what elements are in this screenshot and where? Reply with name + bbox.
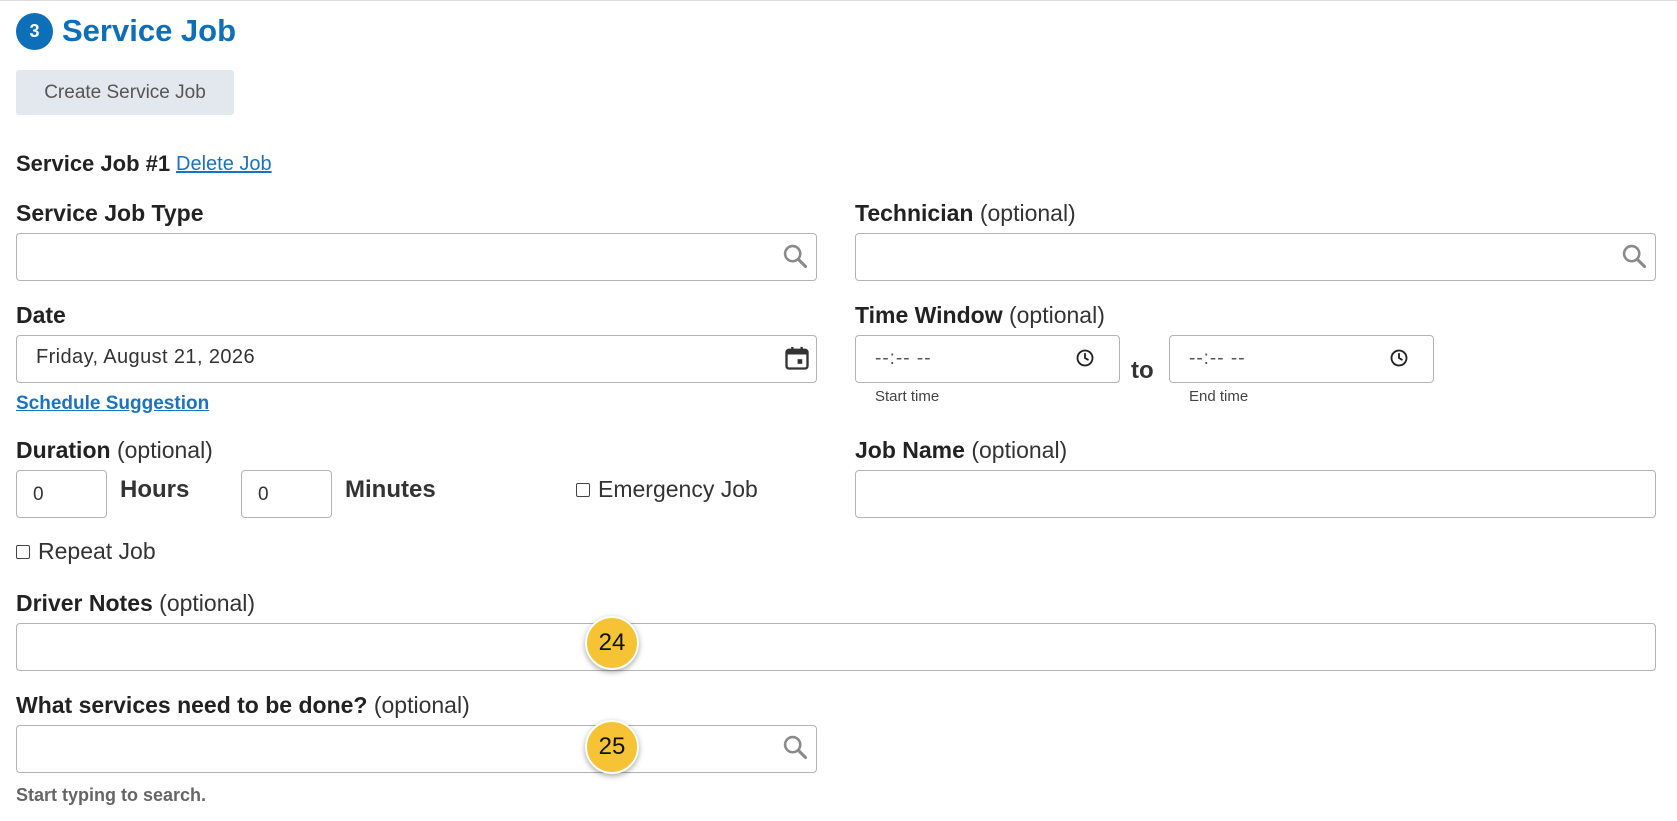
technician-label: Technician (optional) xyxy=(855,198,1076,228)
time-window-label-text: Time Window xyxy=(855,302,1003,328)
service-job-type-label-text: Service Job Type xyxy=(16,200,204,226)
end-time-value: --:-- -- xyxy=(1189,348,1246,369)
start-time-caption: Start time xyxy=(875,388,940,405)
job-name-label: Job Name (optional) xyxy=(855,435,1067,465)
search-icon[interactable] xyxy=(781,733,809,761)
job-name-optional-text: (optional) xyxy=(971,437,1068,463)
job-name-label-text: Job Name xyxy=(855,437,965,463)
repeat-job-checkbox[interactable] xyxy=(16,545,30,559)
minutes-input[interactable] xyxy=(241,470,332,518)
date-label: Date xyxy=(16,300,66,330)
repeat-job-label[interactable]: Repeat Job xyxy=(38,538,156,565)
minutes-value: 0 xyxy=(258,484,269,505)
top-divider xyxy=(0,0,1677,1)
services-hint: Start typing to search. xyxy=(16,785,207,805)
technician-input[interactable] xyxy=(855,233,1656,281)
annotation-badge-24: 24 xyxy=(585,616,639,670)
hours-input[interactable] xyxy=(16,470,107,518)
search-icon[interactable] xyxy=(781,242,809,270)
service-job-type-input[interactable] xyxy=(16,233,817,281)
create-service-job-button[interactable]: Create Service Job xyxy=(16,70,234,115)
driver-notes-label: Driver Notes (optional) xyxy=(16,588,255,618)
driver-notes-input[interactable] xyxy=(16,623,1656,671)
schedule-suggestion-link[interactable]: Schedule Suggestion xyxy=(16,393,209,415)
technician-optional-text: (optional) xyxy=(979,200,1076,226)
technician-label-text: Technician xyxy=(855,200,974,226)
minutes-label: Minutes xyxy=(345,476,436,503)
driver-notes-optional-text: (optional) xyxy=(159,590,256,616)
start-time-value: --:-- -- xyxy=(875,348,932,369)
annotation-badge-25: 25 xyxy=(585,720,639,774)
calendar-icon[interactable] xyxy=(783,344,811,372)
hours-value: 0 xyxy=(33,484,44,505)
duration-label: Duration (optional) xyxy=(16,435,213,465)
hours-label: Hours xyxy=(120,476,190,503)
date-value: Friday, August 21, 2026 xyxy=(36,346,255,368)
job-name-input[interactable] xyxy=(855,470,1656,518)
step-number-badge: 3 xyxy=(16,13,53,50)
service-job-type-label: Service Job Type xyxy=(16,198,204,228)
services-label: What services need to be done? (optional… xyxy=(16,690,470,720)
driver-notes-label-text: Driver Notes xyxy=(16,590,153,616)
end-time-caption: End time xyxy=(1189,388,1249,405)
clock-icon[interactable] xyxy=(1389,348,1409,368)
services-input[interactable] xyxy=(16,725,817,773)
clock-icon[interactable] xyxy=(1075,348,1095,368)
services-optional-text: (optional) xyxy=(373,692,470,718)
emergency-job-label[interactable]: Emergency Job xyxy=(598,476,758,503)
duration-label-text: Duration xyxy=(16,437,111,463)
emergency-job-checkbox[interactable] xyxy=(576,483,590,497)
services-label-text: What services need to be done? xyxy=(16,692,368,718)
time-window-optional-text: (optional) xyxy=(1008,302,1105,328)
time-window-connector: to xyxy=(1131,357,1154,384)
delete-job-link[interactable]: Delete Job xyxy=(176,153,272,176)
time-window-label: Time Window (optional) xyxy=(855,300,1105,330)
section-title: Service Job xyxy=(62,13,237,48)
job-heading: Service Job #1 xyxy=(16,151,171,176)
duration-optional-text: (optional) xyxy=(116,437,213,463)
search-icon[interactable] xyxy=(1620,242,1648,270)
date-label-text: Date xyxy=(16,302,66,328)
